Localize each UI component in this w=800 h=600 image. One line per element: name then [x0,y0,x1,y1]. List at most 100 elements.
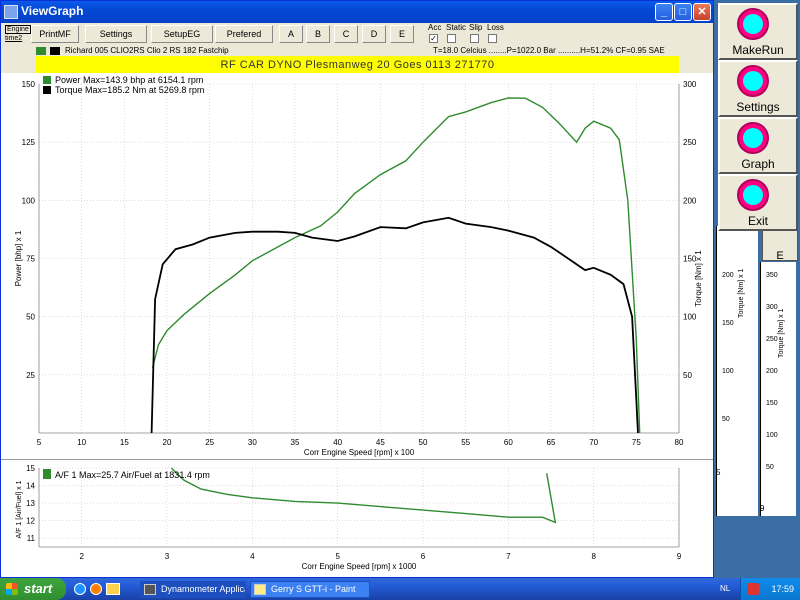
toolbar-button-prefered[interactable]: Prefered [215,25,273,43]
toolbar-button-b[interactable]: B [306,25,330,43]
panel-button-label: MakeRun [732,43,784,57]
time-label[interactable]: time2 [5,35,22,42]
firefox-icon[interactable] [90,583,102,595]
ie-icon[interactable] [74,583,86,595]
circle-icon [737,179,769,211]
circle-icon [737,122,769,154]
x-tick-label: 35 [291,438,300,447]
y-axis-label-left: Power [bhp] x 1 [14,230,23,286]
option-checkbox-static[interactable] [447,34,456,43]
windows-logo-icon [6,583,18,595]
close-button[interactable]: ✕ [693,3,711,21]
x-tick-label: 5 [37,438,42,447]
taskbar [0,578,800,600]
y-left-tick-label: 50 [26,313,35,322]
chart-legend: Power Max=143.9 bhp at 6154.1 rpmTorque … [43,75,204,95]
peek-tick-right: 50 [766,464,774,471]
af-chart: 2 3 4 5 6 7 8 9 11 12 13 14 15 Corr Engine Speed [rpm… [1,461,713,577]
af-y-tick-label: 13 [26,499,35,508]
af-y-axis-label: A/F 1 [Air/Fuel] x 1 [16,480,23,538]
x-axis-label: Corr Engine Speed [rpm] x 100 [304,448,415,457]
peek-axis-label-2: Torque [Nm] x 1 [778,308,785,358]
toolbar-button-a[interactable]: A [279,25,303,43]
circle-icon [737,65,769,97]
x-tick-label: 65 [547,438,556,447]
toolbar-button-c[interactable]: C [334,25,358,43]
task-label: Dynamometer Applica... [161,584,245,594]
peek-tick: 100 [722,368,734,375]
af-legend-swatch [43,469,51,479]
y-left-tick-label: 100 [22,196,36,205]
start-label: start [24,581,53,596]
peek-tick-right: 300 [766,304,778,311]
y-left-tick-label: 25 [26,371,35,380]
app-icon [4,5,18,19]
vehicle-info: Richard 005 CLIO2RS Clio 2 RS 182 Fastch… [65,46,229,55]
peek-tick: 200 [722,272,734,279]
peek-tick: 150 [722,320,734,327]
minimize-button[interactable]: _ [655,3,673,21]
background-window-strip-2 [760,262,796,516]
af-y-tick-label: 14 [26,482,35,491]
task-label: Gerry S GTT-i - Paint [271,584,356,594]
peek-tick-right: 250 [766,336,778,343]
option-label-static: Static [446,23,467,32]
tray-icon[interactable] [747,583,759,595]
y-left-tick-label: 150 [22,80,36,89]
toolbar-button-setupeg[interactable]: SetupEG [151,25,213,43]
option-checkbox-acc[interactable]: ✓ [429,34,438,43]
dyno-app-icon [144,584,156,595]
chart-background [1,73,713,459]
viewgraph-window: ViewGraph _ □ ✕ Engine time2 PrintMF Sett… [0,0,714,578]
x-tick-label: 55 [461,438,470,447]
y-right-tick-label: 50 [683,371,692,380]
option-checkbox-slip[interactable] [470,34,479,43]
af-x-tick-label: 6 [421,552,426,561]
peek-tick-right: 150 [766,400,778,407]
folder-icon[interactable] [106,583,120,595]
title-bar[interactable]: ViewGraph _ □ ✕ [1,1,713,23]
af-x-tick-label: 5 [335,552,340,561]
y-axis-label-right: Torque [Nm] x 1 [694,250,703,307]
x-tick-label: 10 [77,438,86,447]
toolbar-button-printmf[interactable]: PrintMF [31,25,79,43]
maximize-button[interactable]: □ [674,3,692,21]
panel-button-label: Exit [747,214,768,228]
option-label-loss: Loss [487,23,504,32]
x-tick-label: 30 [248,438,257,447]
toolbar-button-e[interactable]: E [390,25,414,43]
system-tray: 17:59 [740,578,800,600]
torque-color-swatch [50,47,60,55]
option-label-slip: Slip [469,23,483,32]
af-x-tick-label: 7 [506,552,511,561]
window-title: ViewGraph [21,4,84,18]
x-tick-label: 80 [675,438,684,447]
y-left-tick-label: 75 [26,255,35,264]
circle-icon [737,8,769,40]
toolbar-button-settings[interactable]: Settings [85,25,147,43]
toolbar-button-d[interactable]: D [362,25,386,43]
panel-button-exit[interactable]: Exit [718,174,798,231]
af-x-tick-label: 3 [165,552,170,561]
panel-button-settings[interactable]: Settings [718,60,798,117]
af-legend-entry: A/F 1 Max=25.7 Air/Fuel at 1831.4 rpm [55,470,210,480]
option-label-acc: Acc [428,23,442,32]
peek-tick-right: 100 [766,432,778,439]
y-right-tick-label: 100 [683,313,697,322]
x-tick-label: 75 [632,438,641,447]
language-indicator[interactable]: NL [720,584,730,593]
panel-button-makerun[interactable]: MakeRun [718,3,798,60]
peek-tick-small: 5 [716,468,721,477]
task-dynamometer[interactable]: Dynamometer Applica... [140,581,246,598]
start-button[interactable]: start [0,578,66,600]
x-tick-label: 60 [504,438,513,447]
engine-label[interactable]: Engine [5,25,31,34]
af-y-tick-label: 15 [26,464,35,473]
task-paint[interactable]: Gerry S GTT-i - Paint [250,581,370,598]
panel-button-graph[interactable]: Graph [718,117,798,174]
panel-button-label: Graph [741,157,775,171]
peek-axis-label: Torque [Nm] x 1 [738,268,745,318]
peek-tick-right: 200 [766,368,778,375]
af-x-axis-label: Corr Engine Speed [rpm] x 1000 [302,562,417,571]
option-checkbox-loss[interactable] [488,34,497,43]
